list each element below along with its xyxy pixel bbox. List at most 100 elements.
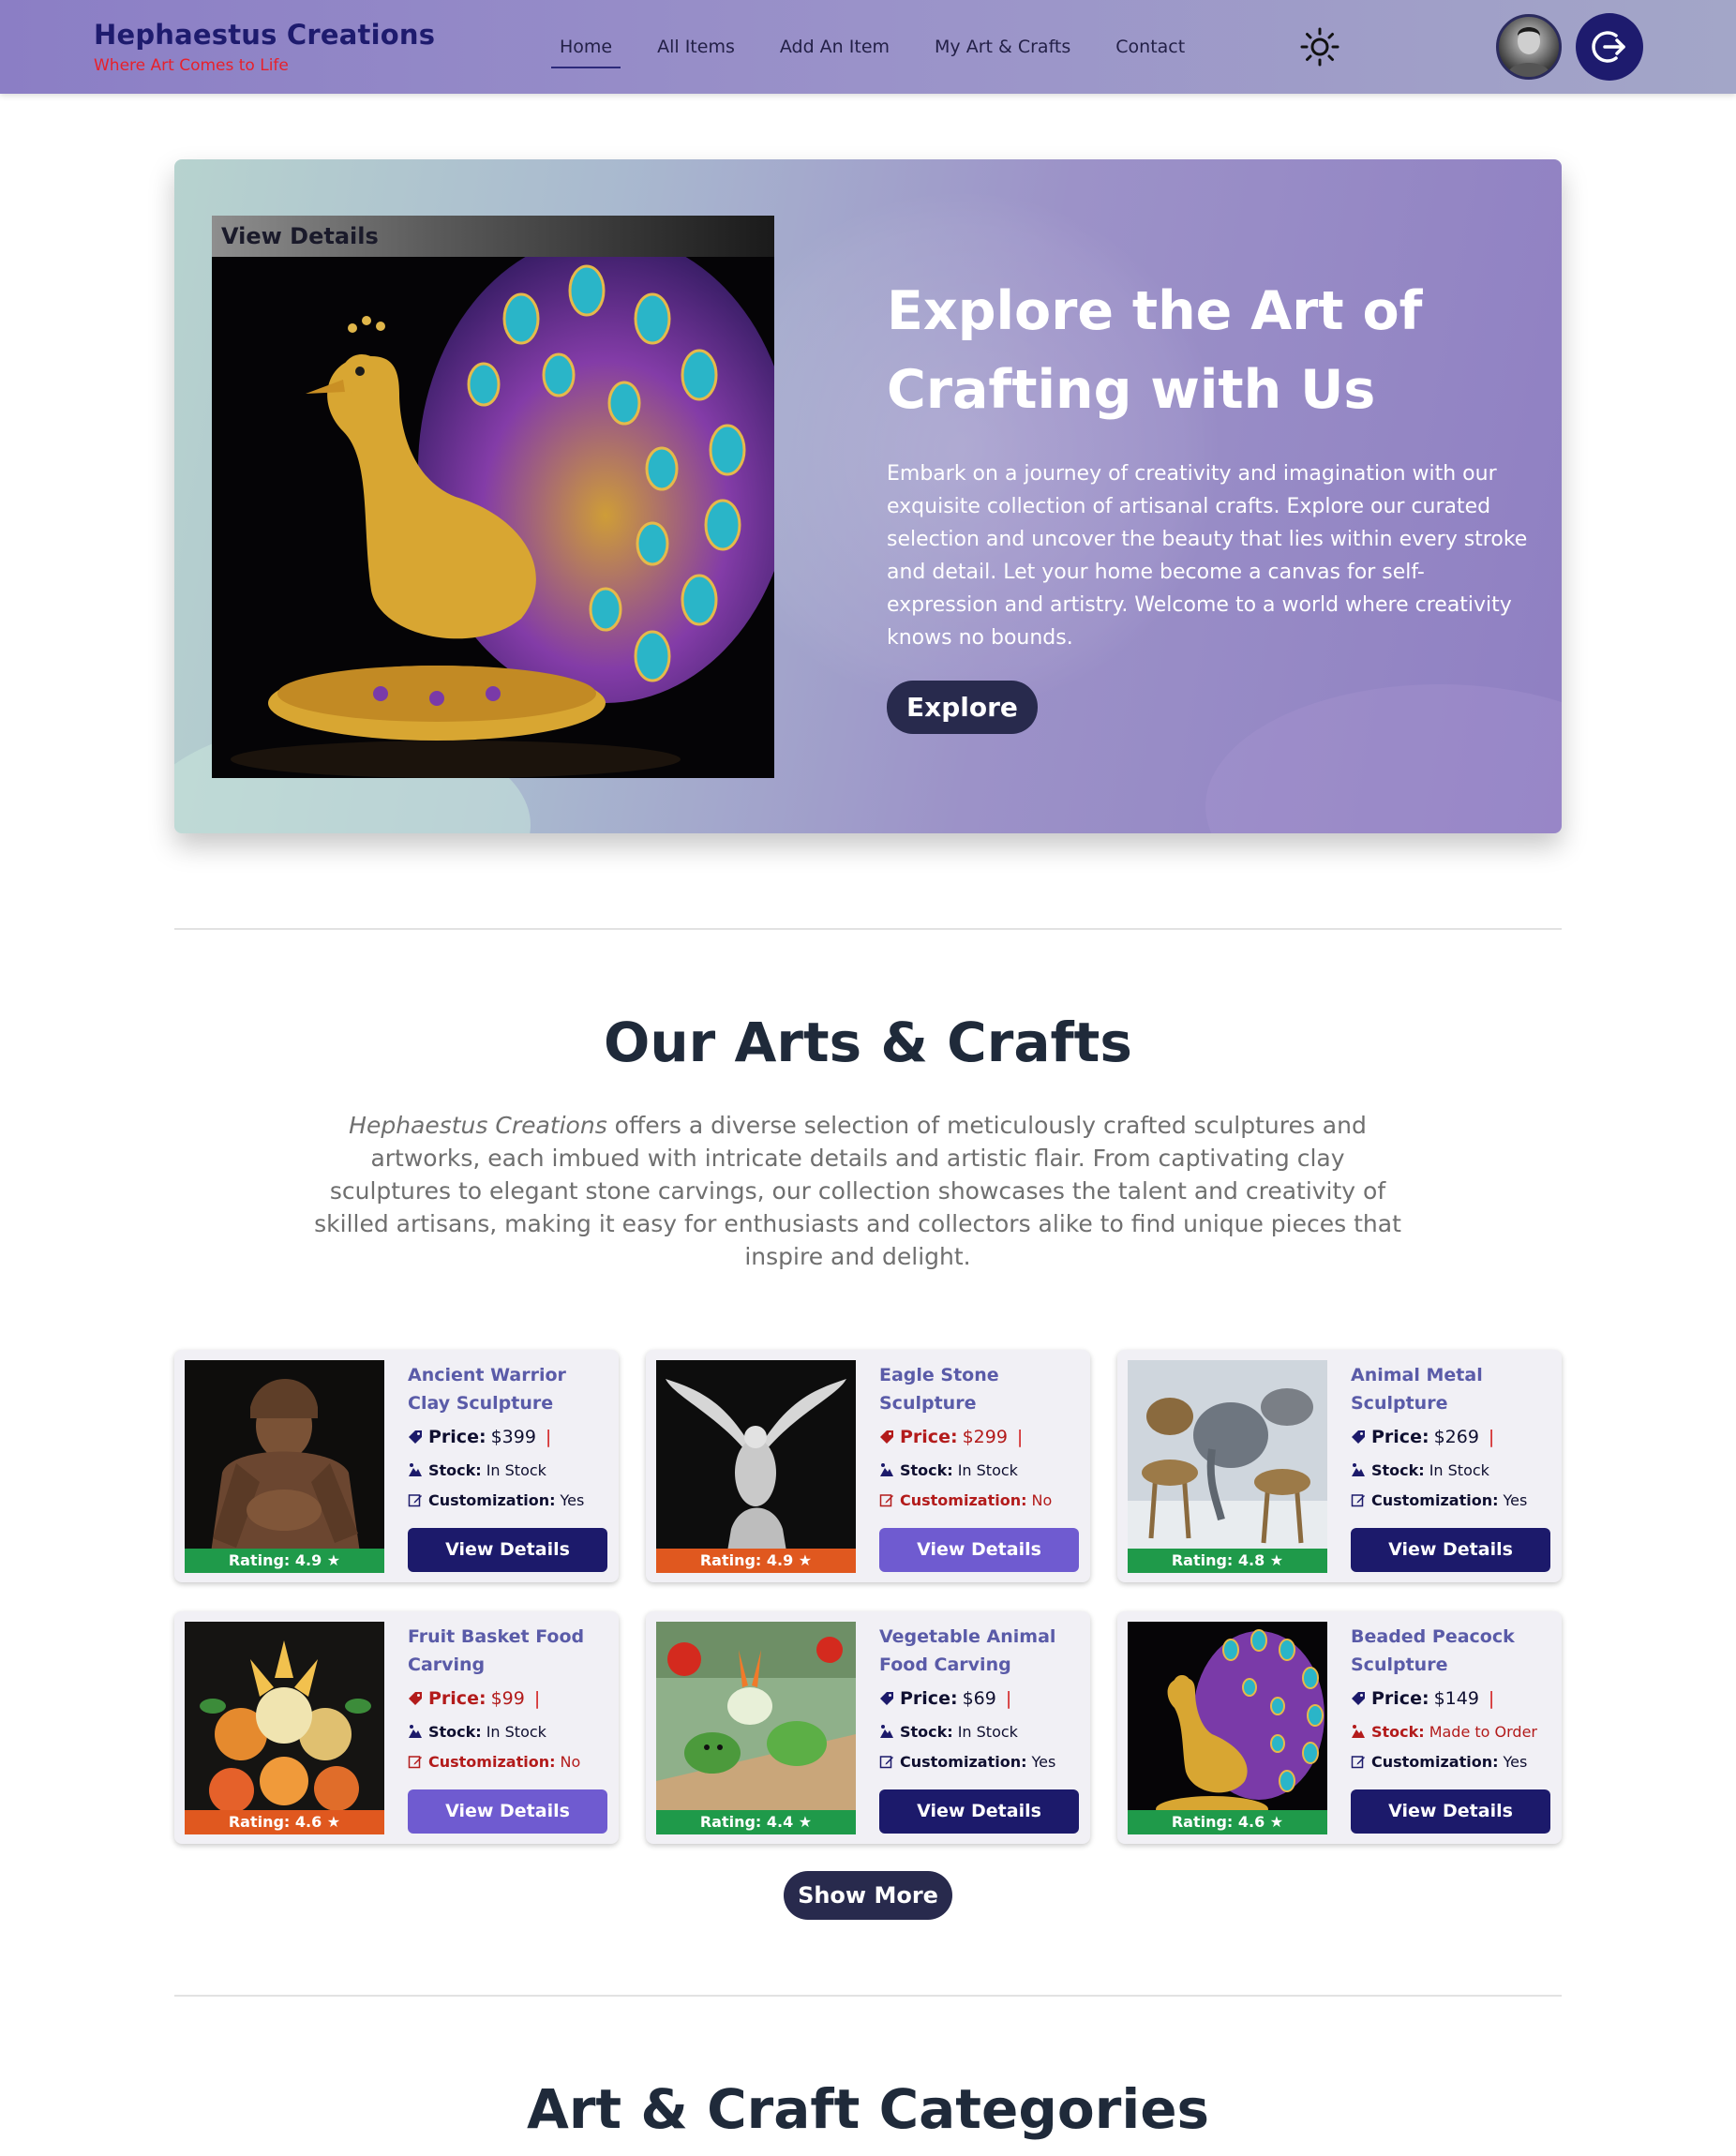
- categories-title: Art & Craft Categories: [526, 2077, 1210, 2141]
- nav-my-art-crafts[interactable]: My Art & Crafts: [926, 34, 1079, 68]
- explore-button[interactable]: Explore: [887, 681, 1038, 734]
- price-value: $299: [962, 1427, 1008, 1447]
- item-card: Rating: 4.9 ★ Eagle Stone Sculpture Pric…: [646, 1350, 1090, 1582]
- fruit-basket-illustration: [185, 1622, 384, 1834]
- item-price: Price: $149 |: [1351, 1684, 1557, 1713]
- customization-label: Customization:: [900, 1752, 1027, 1771]
- customization-value: Yes: [1503, 1752, 1528, 1771]
- animal-metal-sculpture-illustration: [1128, 1360, 1327, 1573]
- vegetable-animals-illustration: [656, 1622, 856, 1834]
- customization-label: Customization:: [428, 1490, 556, 1509]
- edit-icon: [408, 1756, 422, 1769]
- brand-title[interactable]: Hephaestus Creations: [94, 19, 435, 51]
- price-separator: |: [533, 1688, 541, 1709]
- avatar-portrait-icon: [1506, 27, 1551, 77]
- price-separator: |: [1016, 1427, 1024, 1447]
- price-value: $149: [1433, 1688, 1479, 1709]
- nav-home[interactable]: Home: [551, 34, 621, 68]
- item-card: Rating: 4.6 ★ Fruit Basket Food Carving …: [174, 1611, 619, 1844]
- item-card: Rating: 4.8 ★ Animal Metal Sculpture Pri…: [1117, 1350, 1562, 1582]
- price-tag-icon: [880, 1692, 893, 1705]
- item-card: Rating: 4.6 ★ Beaded Peacock Sculpture P…: [1117, 1611, 1562, 1844]
- edit-icon: [879, 1756, 893, 1769]
- hero-image-view-details[interactable]: View Details: [212, 216, 774, 257]
- item-price: Price: $269 |: [1351, 1423, 1557, 1451]
- rating-badge: Rating: 4.9 ★: [185, 1549, 384, 1573]
- stock-label: Stock:: [1371, 1722, 1425, 1741]
- nav-links: Home All Items Add An Item My Art & Craf…: [551, 34, 1221, 68]
- edit-icon: [1351, 1756, 1365, 1769]
- item-image[interactable]: Rating: 4.6 ★: [1128, 1622, 1327, 1834]
- edit-icon: [408, 1494, 422, 1507]
- stock-value: In Stock: [957, 1460, 1018, 1479]
- stock-value: In Stock: [1429, 1460, 1489, 1479]
- item-customization: Customization: Yes: [879, 1750, 1085, 1773]
- item-title[interactable]: Beaded Peacock Sculpture: [1351, 1623, 1557, 1679]
- item-image[interactable]: Rating: 4.8 ★: [1128, 1360, 1327, 1573]
- logout-button[interactable]: [1576, 13, 1643, 81]
- view-details-button[interactable]: View Details: [879, 1789, 1079, 1834]
- brand[interactable]: Hephaestus Creations Where Art Comes to …: [94, 19, 435, 75]
- item-image[interactable]: Rating: 4.6 ★: [185, 1622, 384, 1834]
- nav-add-item[interactable]: Add An Item: [771, 34, 898, 68]
- stock-value: Made to Order: [1429, 1722, 1537, 1741]
- item-customization: Customization: No: [879, 1489, 1085, 1511]
- view-details-button[interactable]: View Details: [1351, 1789, 1550, 1834]
- section-description-brand: Hephaestus Creations: [349, 1112, 607, 1139]
- item-info: Beaded Peacock Sculpture Price: $149 | S…: [1351, 1623, 1557, 1773]
- item-price: Price: $69 |: [879, 1684, 1085, 1713]
- item-image[interactable]: Rating: 4.4 ★: [656, 1622, 856, 1834]
- item-info: Vegetable Animal Food Carving Price: $69…: [879, 1623, 1085, 1773]
- user-avatar[interactable]: [1496, 14, 1562, 80]
- item-image[interactable]: Rating: 4.9 ★: [656, 1360, 856, 1573]
- stock-icon: [1352, 1463, 1365, 1476]
- customization-value: Yes: [1503, 1490, 1528, 1509]
- section-divider: [174, 928, 1562, 930]
- price-tag-icon: [880, 1430, 893, 1444]
- price-separator: |: [545, 1427, 552, 1447]
- stock-value: In Stock: [957, 1722, 1018, 1741]
- item-customization: Customization: Yes: [1351, 1489, 1557, 1511]
- hero-title: Explore the Art of Crafting with Us: [887, 280, 1423, 421]
- item-title[interactable]: Eagle Stone Sculpture: [879, 1361, 1085, 1417]
- item-info: Fruit Basket Food Carving Price: $99 | S…: [408, 1623, 614, 1773]
- stock-label: Stock:: [1371, 1460, 1425, 1479]
- price-separator: |: [1488, 1688, 1495, 1709]
- hero-description: Embark on a journey of creativity and im…: [887, 462, 1528, 650]
- warrior-sculpture-illustration: [185, 1360, 384, 1573]
- view-details-button[interactable]: View Details: [408, 1528, 607, 1572]
- stock-label: Stock:: [900, 1722, 953, 1741]
- item-title[interactable]: Ancient Warrior Clay Sculpture: [408, 1361, 614, 1417]
- customization-label: Customization:: [1371, 1752, 1499, 1771]
- item-title[interactable]: Vegetable Animal Food Carving: [879, 1623, 1085, 1679]
- price-label: Price:: [900, 1427, 958, 1447]
- hero-banner: View Details Explore the Art of Crafting…: [174, 159, 1562, 833]
- view-details-button[interactable]: View Details: [1351, 1528, 1550, 1572]
- theme-toggle-sun-icon[interactable]: [1300, 27, 1339, 67]
- stock-value: In Stock: [486, 1460, 546, 1479]
- stock-icon: [1352, 1725, 1365, 1738]
- item-title[interactable]: Fruit Basket Food Carving: [408, 1623, 614, 1679]
- stock-icon: [409, 1725, 422, 1738]
- navbar: Hephaestus Creations Where Art Comes to …: [0, 0, 1736, 94]
- item-title[interactable]: Animal Metal Sculpture: [1351, 1361, 1557, 1417]
- price-label: Price:: [1371, 1427, 1429, 1447]
- view-details-button[interactable]: View Details: [879, 1528, 1079, 1572]
- item-stock: Stock: In Stock: [408, 1459, 614, 1481]
- view-details-button[interactable]: View Details: [408, 1789, 607, 1834]
- customization-value: Yes: [560, 1490, 585, 1509]
- price-separator: |: [1488, 1427, 1495, 1447]
- show-more-button[interactable]: Show More: [784, 1871, 952, 1920]
- item-info: Eagle Stone Sculpture Price: $299 | Stoc…: [879, 1361, 1085, 1511]
- nav-all-items[interactable]: All Items: [649, 34, 743, 68]
- rating-badge: Rating: 4.8 ★: [1128, 1549, 1327, 1573]
- nav-contact[interactable]: Contact: [1107, 34, 1193, 68]
- price-tag-icon: [409, 1692, 422, 1705]
- item-image[interactable]: Rating: 4.9 ★: [185, 1360, 384, 1573]
- item-info: Animal Metal Sculpture Price: $269 | Sto…: [1351, 1361, 1557, 1511]
- item-stock: Stock: Made to Order: [1351, 1720, 1557, 1743]
- hero-peacock-image[interactable]: View Details: [212, 216, 774, 778]
- price-tag-icon: [409, 1430, 422, 1444]
- price-value: $269: [1433, 1427, 1479, 1447]
- item-customization: Customization: Yes: [408, 1489, 614, 1511]
